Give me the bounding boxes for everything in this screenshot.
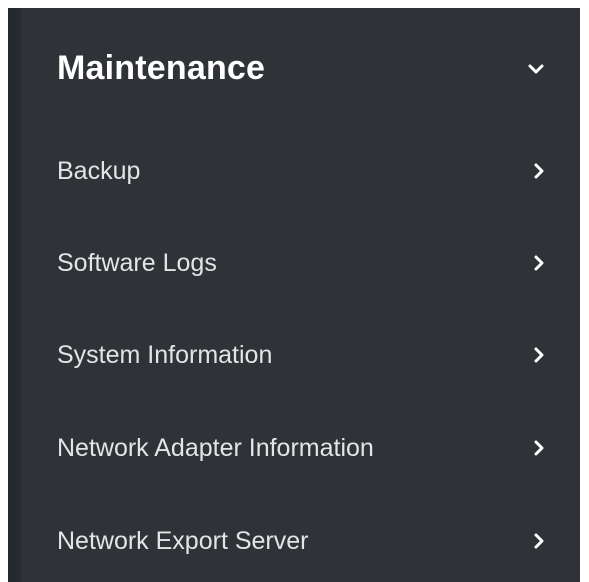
menu-item-label: Software Logs [57,249,217,277]
menu-item-label: Network Export Server [57,527,309,555]
menu-item-label: System Information [57,341,273,369]
chevron-right-icon [533,532,545,550]
chevron-right-icon [533,439,545,457]
menu-item-system-information[interactable]: System Information [21,310,580,400]
panel-left-edge [8,8,21,582]
chevron-down-icon[interactable] [527,62,545,76]
menu-item-label: Network Adapter Information [57,434,374,462]
maintenance-menu-panel: Maintenance Backup Software Logs System … [8,8,580,582]
chevron-right-icon [533,346,545,364]
menu-item-software-logs[interactable]: Software Logs [21,218,580,308]
menu-item-label: Backup [57,157,141,185]
section-title: Maintenance [57,49,266,87]
chevron-right-icon [533,254,545,272]
menu-item-network-adapter-information[interactable]: Network Adapter Information [21,403,580,493]
menu-item-backup[interactable]: Backup [21,126,580,216]
menu-item-network-export-server[interactable]: Network Export Server [21,496,580,582]
maintenance-section-header[interactable]: Maintenance [21,8,580,136]
chevron-right-icon [533,162,545,180]
